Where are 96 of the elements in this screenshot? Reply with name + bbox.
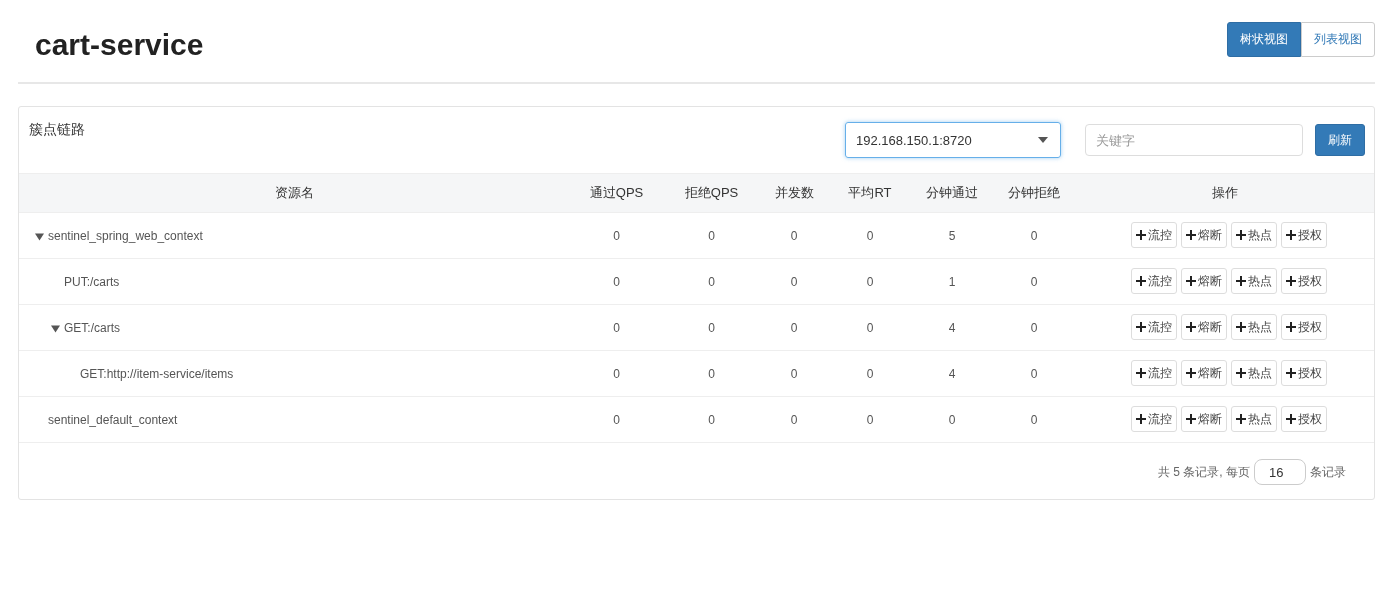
resource-name: GET:/carts — [64, 321, 120, 335]
column-header: 资源名 — [273, 184, 315, 202]
plus-icon — [1235, 368, 1246, 378]
plus-icon — [1135, 230, 1146, 240]
table-cell-text: 0 — [947, 413, 957, 427]
add-rule-button[interactable]: 熔断 — [1180, 268, 1227, 294]
add-rule-button[interactable]: 热点 — [1230, 360, 1277, 386]
add-rule-button[interactable]: 流控 — [1130, 222, 1177, 248]
table-cell-text: 0 — [612, 413, 621, 427]
table-cell-text: 0 — [707, 321, 716, 335]
table-cell-text: 0 — [865, 367, 875, 381]
plus-icon — [1285, 230, 1296, 240]
plus-icon — [1235, 414, 1246, 424]
table-cell-text: 0 — [707, 275, 716, 289]
add-rule-button[interactable]: 熔断 — [1180, 406, 1227, 432]
add-rule-button[interactable]: 熔断 — [1180, 314, 1227, 340]
plus-icon — [1135, 414, 1146, 424]
table-cell-text: 0 — [789, 367, 799, 381]
machine-select[interactable]: 192.168.150.1:8720 — [845, 122, 1061, 158]
table-cell-text: 0 — [707, 229, 716, 243]
resource-name: GET:http://item-service/items — [80, 367, 234, 381]
add-rule-button[interactable]: 授权 — [1280, 360, 1327, 386]
column-header: 平均RT — [847, 184, 893, 202]
refresh-button[interactable]: 刷新 — [1315, 124, 1365, 156]
plus-icon — [1285, 276, 1296, 286]
plus-icon — [1185, 230, 1196, 240]
plus-icon — [1235, 276, 1246, 286]
add-rule-button[interactable]: 流控 — [1130, 314, 1177, 340]
table-cell-text: 0 — [1029, 367, 1039, 381]
table-cell-text: 0 — [1029, 321, 1039, 335]
table-cell-text: 0 — [1029, 413, 1039, 427]
plus-icon — [1185, 322, 1196, 332]
page-title: cart-service — [35, 28, 204, 62]
plus-icon — [1285, 322, 1296, 332]
plus-icon — [1235, 230, 1246, 240]
add-rule-button[interactable]: 流控 — [1130, 268, 1177, 294]
add-rule-button[interactable]: 授权 — [1280, 406, 1327, 432]
panel-title: 簇点链路 — [29, 121, 86, 139]
table-cell-text: 0 — [612, 367, 621, 381]
table-cell-text: 4 — [947, 367, 957, 381]
plus-icon — [1185, 368, 1196, 378]
table-cell-text: 0 — [1029, 229, 1039, 243]
table-cell-text: 4 — [947, 321, 957, 335]
caret-icon — [1038, 137, 1048, 143]
add-rule-button[interactable]: 授权 — [1280, 314, 1327, 340]
plus-icon — [1285, 414, 1296, 424]
table-cell-text: 0 — [789, 321, 799, 335]
column-header: 通过QPS — [588, 184, 645, 202]
plus-icon — [1135, 276, 1146, 286]
view-toggle-button[interactable]: 树状视图 — [1227, 21, 1301, 57]
add-rule-button[interactable]: 熔断 — [1180, 222, 1227, 248]
table-cell-text: 0 — [707, 367, 716, 381]
table-cell-text: 0 — [707, 413, 716, 427]
search-field[interactable]: 关键字 — [1085, 124, 1303, 156]
table-cell-text: 0 — [865, 413, 875, 427]
plus-icon — [1185, 414, 1196, 424]
table-cell-text: 0 — [789, 229, 799, 243]
add-rule-button[interactable]: 流控 — [1130, 406, 1177, 432]
resource-name: sentinel_default_context — [48, 413, 178, 427]
table-cell-text: 5 — [947, 229, 957, 243]
table-cell-text: 0 — [789, 275, 799, 289]
table-cell-text: 1 — [947, 275, 957, 289]
page-size-field[interactable]: 16 — [1254, 459, 1306, 485]
plus-icon — [1135, 322, 1146, 332]
add-rule-button[interactable]: 热点 — [1230, 406, 1277, 432]
table-cell-text: 0 — [789, 413, 799, 427]
column-header: 操作 — [1210, 184, 1239, 202]
add-rule-button[interactable]: 热点 — [1230, 268, 1277, 294]
column-header: 分钟拒绝 — [1007, 184, 1061, 202]
column-header: 拒绝QPS — [683, 184, 740, 202]
tree-toggle-icon[interactable] — [51, 323, 60, 333]
plus-icon — [1185, 276, 1196, 286]
add-rule-button[interactable]: 热点 — [1230, 222, 1277, 248]
table-cell-text: 0 — [612, 275, 621, 289]
table-cell-text: 0 — [1029, 275, 1039, 289]
column-header: 分钟通过 — [925, 184, 979, 202]
add-rule-button[interactable]: 热点 — [1230, 314, 1277, 340]
add-rule-button[interactable]: 授权 — [1280, 222, 1327, 248]
table-cell-text: 0 — [865, 229, 875, 243]
record-count: 共 5 条记录, 每页 — [1158, 463, 1250, 481]
resource-name: PUT:/carts — [64, 275, 120, 289]
add-rule-button[interactable]: 授权 — [1280, 268, 1327, 294]
plus-icon — [1235, 322, 1246, 332]
page-size-label: 条记录 — [1310, 463, 1346, 481]
table-cell-text: 0 — [865, 321, 875, 335]
view-toggle-button[interactable]: 列表视图 — [1301, 21, 1375, 57]
column-header: 并发数 — [773, 184, 815, 202]
add-rule-button[interactable]: 熔断 — [1180, 360, 1227, 386]
plus-icon — [1285, 368, 1296, 378]
table-cell-text: 0 — [612, 229, 621, 243]
resource-name: sentinel_spring_web_context — [48, 229, 203, 243]
plus-icon — [1135, 368, 1146, 378]
add-rule-button[interactable]: 流控 — [1130, 360, 1177, 386]
tree-toggle-icon[interactable] — [35, 231, 44, 241]
table-cell-text: 0 — [612, 321, 621, 335]
table-cell-text: 0 — [865, 275, 875, 289]
